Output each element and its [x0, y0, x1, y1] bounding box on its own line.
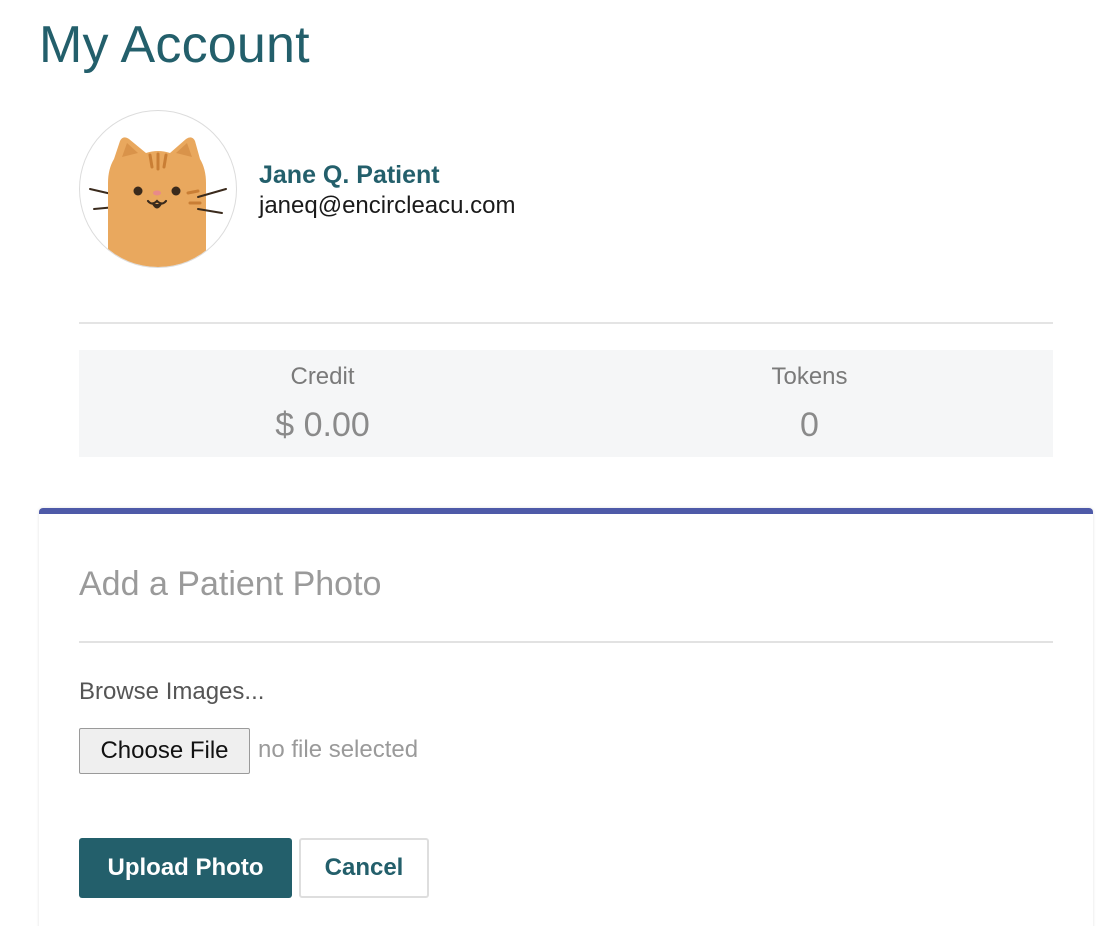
panel-title: Add a Patient Photo: [79, 565, 382, 603]
credit-stat: Credit $ 0.00: [79, 350, 566, 457]
tokens-value: 0: [800, 406, 819, 444]
patient-photo-panel: Add a Patient Photo Browse Images... Cho…: [39, 508, 1093, 926]
user-name: Jane Q. Patient: [259, 161, 440, 189]
page-title: My Account: [39, 16, 310, 74]
panel-divider: [79, 641, 1053, 643]
profile-divider: [79, 322, 1053, 324]
avatar: [79, 110, 237, 268]
cancel-button[interactable]: Cancel: [299, 838, 429, 898]
cat-avatar-icon: [89, 137, 227, 267]
credit-value: $ 0.00: [275, 406, 370, 444]
credit-label: Credit: [290, 363, 355, 390]
user-email: janeq@encircleacu.com: [259, 192, 516, 219]
account-page: My Account Jane Q. Patient janeq@encircl…: [0, 0, 1104, 926]
choose-file-button[interactable]: Choose File: [79, 728, 250, 774]
tokens-label: Tokens: [771, 363, 848, 390]
tokens-stat: Tokens 0: [566, 350, 1053, 457]
account-stats: Credit $ 0.00 Tokens 0: [79, 350, 1053, 457]
upload-photo-button[interactable]: Upload Photo: [79, 838, 292, 898]
file-status-text: no file selected: [258, 736, 419, 763]
browse-images-label: Browse Images...: [79, 678, 265, 705]
